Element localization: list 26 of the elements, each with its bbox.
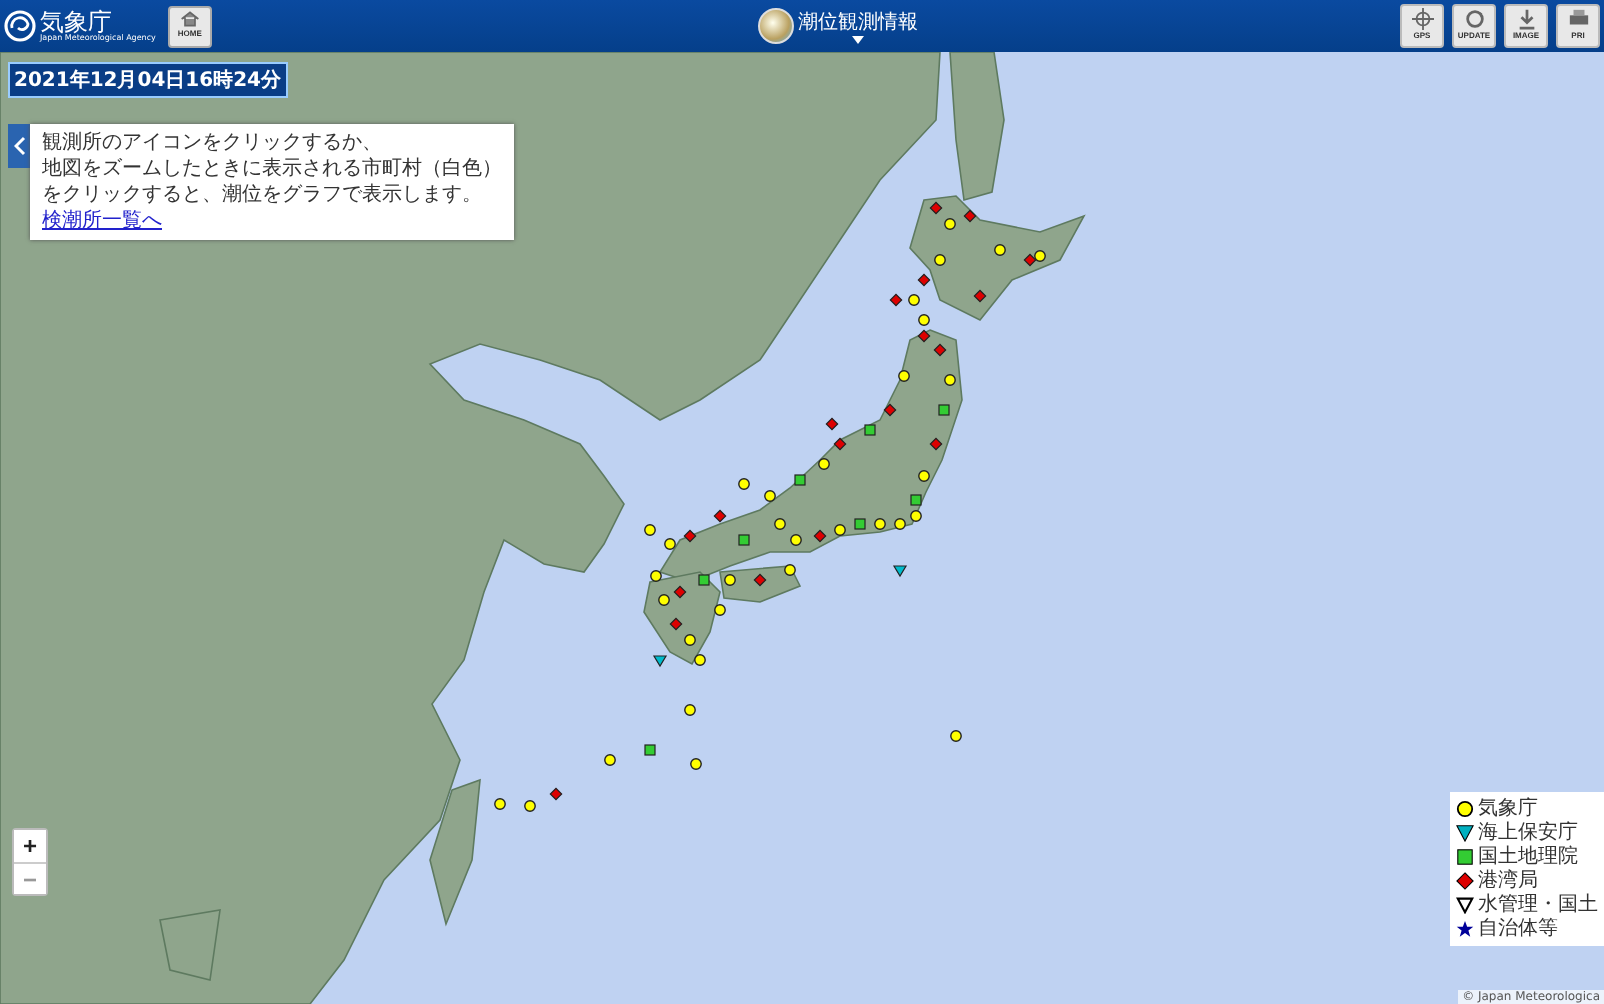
crosshair-icon <box>1411 8 1433 30</box>
timestamp-label: 2021年12月04日16時24分 <box>8 62 287 98</box>
collapse-panel-button[interactable] <box>8 124 30 168</box>
info-text: 地図をズームしたときに表示される市町村（白色） <box>42 156 502 182</box>
legend-label: 国土地理院 <box>1478 846 1578 868</box>
legend-label: 気象庁 <box>1478 798 1538 820</box>
globe-icon <box>757 8 794 44</box>
chevron-left-icon <box>13 136 25 156</box>
legend-label: 港湾局 <box>1478 870 1538 892</box>
station-list-link[interactable]: 検潮所一覧へ <box>42 210 162 232</box>
caret-icon <box>851 36 864 44</box>
station-markers-drawing[interactable] <box>494 201 1046 812</box>
house-icon <box>179 9 200 27</box>
triangle-outline-symbol-icon <box>1456 896 1474 914</box>
agency-name: 気象庁 <box>40 10 112 34</box>
legend-label: 水管理・国土 <box>1478 894 1598 916</box>
page-title-dropdown[interactable]: 潮位観測情報 <box>797 8 918 44</box>
download-icon <box>1515 8 1537 30</box>
legend-label: 自治体等 <box>1478 918 1558 940</box>
refresh-icon <box>1463 8 1485 30</box>
info-text: をクリックすると、潮位をグラフで表示します。 <box>42 182 484 208</box>
map-drawing[interactable] <box>0 52 1604 1004</box>
printer-icon <box>1567 8 1589 30</box>
info-text: 観測所のアイコンをクリックするか、 <box>42 130 384 156</box>
swirl-logo-icon <box>4 10 36 42</box>
legend-label: 海上保安庁 <box>1478 822 1578 844</box>
